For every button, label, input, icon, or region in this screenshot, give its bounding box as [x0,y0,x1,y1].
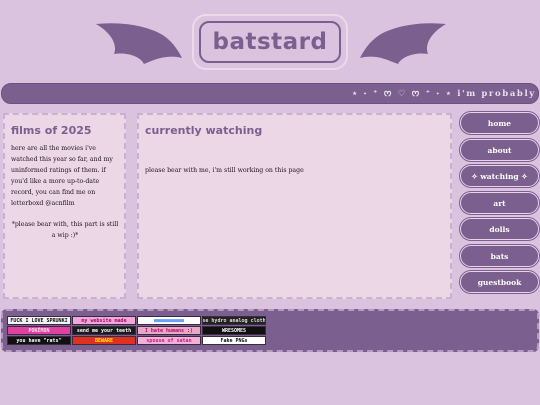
stamp-beware[interactable]: BEWARE [72,336,136,345]
nav-art[interactable]: art [459,191,540,215]
films-intro: here are all the movies i've watched thi… [11,145,113,207]
stamp-hydro[interactable]: I use hydro analog clothing [202,316,266,325]
stamp-fake-pngs[interactable]: Fake PNGs [202,336,266,345]
marquee-bar: ⋆ ˖ ⁺ ᰔ ♡ ᰔ ⁺ ˖ ⋆ i'm probably watching [1,83,539,104]
title-box: batstard [192,14,348,70]
bat-wing-left-icon [96,23,182,64]
nav-dolls[interactable]: dolls [459,217,540,241]
nav-about[interactable]: about [459,138,540,162]
stamp-spouse-of-satan[interactable]: spouse of satan [137,336,201,345]
bat-wing-right-icon [360,23,446,64]
stamp-rats[interactable]: you have "rats" [7,336,71,345]
stamp-website-made[interactable]: my website made [72,316,136,325]
main-heading: currently watching [145,124,263,137]
nav-watching[interactable]: ✧ watching ✧ [459,164,540,188]
nav-guestbook[interactable]: guestbook [459,270,540,294]
stamp-hate-humans[interactable]: I hate humans :) [137,326,201,335]
stamp-teeth[interactable]: send me your teeth [72,326,136,335]
stamp-colors[interactable]: ■■■■■■■■■■ [137,316,201,325]
films-panel: films of 2025 here are all the movies i'… [2,112,127,300]
main-text: please bear with me, i'm still working o… [145,167,304,174]
films-heading: films of 2025 [11,124,92,137]
marquee-text: ⋆ ˖ ⁺ ᰔ ♡ ᰔ ⁺ ˖ ⋆ i'm probably watching [352,89,538,99]
stamp-sprunki[interactable]: FUCK I LOVE SPRUNKI [7,316,71,325]
films-note: *please bear with, this part is still a … [11,221,119,239]
stamp-footer: FUCK I LOVE SPRUNKI my website made ■■■■… [1,309,539,352]
site-title: batstard [212,29,328,55]
main-panel: currently watching please bear with me, … [136,112,453,300]
nav-bats[interactable]: bats [459,244,540,268]
stamp-pokemon[interactable]: POKÉMON [7,326,71,335]
nav-home[interactable]: home [459,111,540,135]
stamp-wresomes[interactable]: WRESOMES [202,326,266,335]
